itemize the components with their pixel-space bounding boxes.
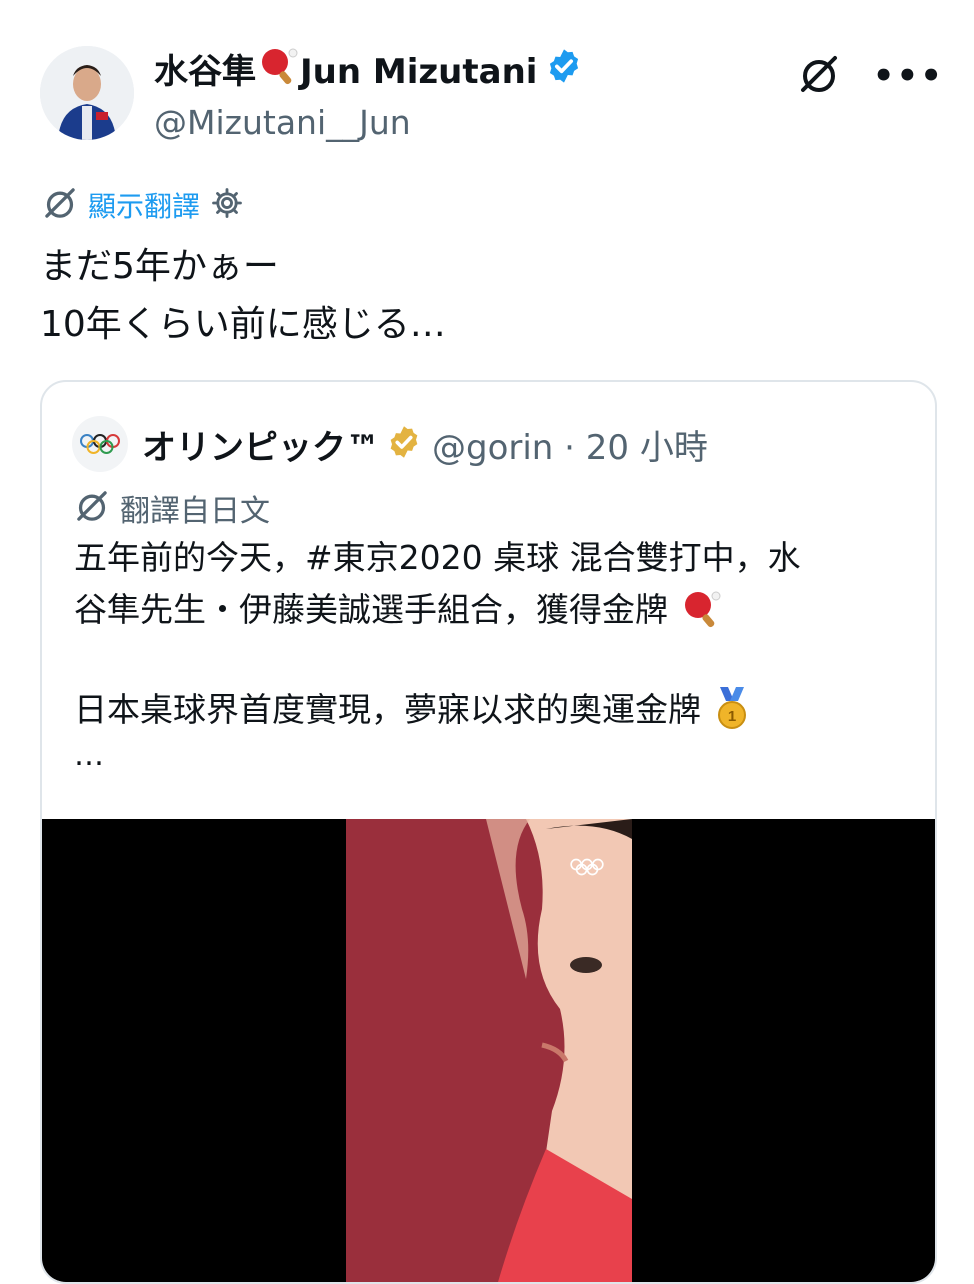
verified-blue-icon: [545, 47, 583, 97]
grok-icon: [74, 488, 110, 528]
tweet-text-line: 10年くらい前に感じる…: [40, 304, 446, 345]
quoted-name: オリンピック™: [142, 427, 380, 468]
quoted-tweet[interactable]: オリンピック™ @gorin · 20 小時 翻譯自日文 五年前的今天，#東京2…: [40, 380, 937, 1284]
gear-icon[interactable]: [210, 186, 244, 224]
quoted-translation[interactable]: 翻譯自日文: [74, 486, 270, 530]
quoted-header: オリンピック™ @gorin · 20 小時: [72, 416, 708, 472]
more-icon[interactable]: •••: [873, 59, 944, 93]
tweet-text: まだ5年かぁー 10年くらい前に感じる…: [40, 238, 446, 354]
olympic-rings-icon: [568, 857, 606, 881]
avatar[interactable]: [40, 46, 134, 140]
quoted-text-line: 日本桌球界首度實現，夢寐以求的奧運金牌 1: [74, 684, 904, 736]
tweet-text-line: まだ5年かぁー: [40, 246, 279, 287]
tweet-header: 水谷隼 Jun Mizutani @Mizutani__Jun •••: [40, 42, 944, 142]
svg-text:1: 1: [727, 708, 735, 725]
quoted-text-line: 谷隼先生・伊藤美誠選手組合，獲得金牌: [74, 584, 904, 636]
olympic-rings-icon[interactable]: [72, 416, 128, 472]
show-translation[interactable]: 顯示翻譯: [42, 185, 244, 225]
show-translation-label[interactable]: 顯示翻譯: [88, 185, 200, 225]
quoted-meta: @gorin · 20 小時: [432, 427, 708, 468]
athlete-photo: [346, 819, 632, 1282]
grok-icon[interactable]: [797, 52, 841, 100]
read-more-ellipsis[interactable]: …: [74, 736, 904, 776]
quoted-text: 五年前的今天，#東京2020 桌球 混合雙打中，水 谷隼先生・伊藤美誠選手組合，…: [74, 532, 904, 776]
grok-icon: [42, 185, 78, 225]
video-media[interactable]: [42, 819, 935, 1282]
author-handle[interactable]: @Mizutani__Jun: [154, 98, 583, 148]
author-name-en: Jun Mizutani: [300, 52, 538, 92]
quoted-text-span: 谷隼先生・伊藤美誠選手組合，獲得金牌: [74, 590, 668, 629]
display-name[interactable]: 水谷隼 Jun Mizutani: [154, 46, 583, 98]
translated-from-label: 翻譯自日文: [120, 494, 270, 529]
quoted-text-line: 五年前的今天，#東京2020 桌球 混合雙打中，水: [74, 538, 801, 577]
verified-gold-icon: [386, 424, 422, 464]
author-name: 水谷隼: [154, 52, 256, 92]
ping-pong-paddle-icon: [679, 590, 723, 629]
ping-pong-paddle-icon: [258, 46, 298, 98]
gold-medal-icon: 1: [712, 687, 752, 729]
quoted-text-span: 日本桌球界首度實現，夢寐以求的奧運金牌: [74, 690, 701, 729]
